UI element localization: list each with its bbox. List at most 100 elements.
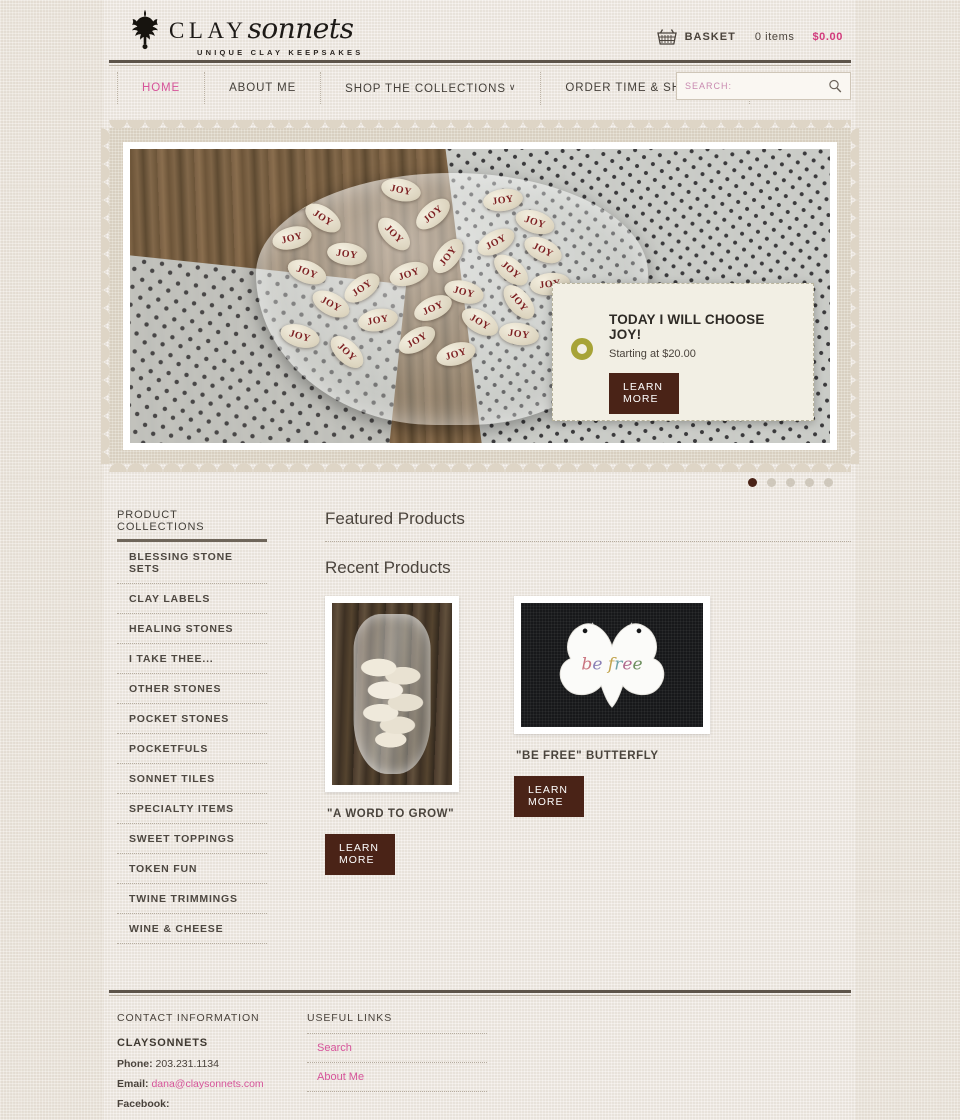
page-root: CLAYsonnets UNIQUE CLAY KEEPSAKES BASKET… bbox=[0, 0, 960, 1120]
tag-grommet-icon bbox=[571, 338, 593, 360]
site-header: CLAYsonnets UNIQUE CLAY KEEPSAKES BASKET… bbox=[109, 0, 851, 60]
footer-phone: Phone: 203.231.1134 bbox=[117, 1054, 307, 1074]
footer-link[interactable]: About Me bbox=[307, 1063, 487, 1091]
carousel-dot[interactable] bbox=[748, 478, 757, 487]
logo-tagline: UNIQUE CLAY KEEPSAKES bbox=[197, 48, 364, 57]
nav-label: HOME bbox=[142, 82, 181, 94]
joy-stone: JOY bbox=[457, 301, 503, 342]
hero-carousel[interactable]: JOY JOY JOY JOY JOY JOY JOY JOY JOY JOY JOY JOY JOY J… bbox=[101, 120, 851, 464]
nav-label: ABOUT ME bbox=[229, 82, 297, 94]
basket-item-count: 0 items bbox=[754, 31, 795, 43]
hero-slide-image: JOY JOY JOY JOY JOY JOY JOY JOY JOY JOY JOY JOY JOY J… bbox=[130, 149, 830, 443]
footer-email-value[interactable]: dana@claysonnets.com bbox=[151, 1078, 263, 1090]
joy-stone: JOY bbox=[434, 337, 479, 370]
sidebar-item[interactable]: I TAKE THEE... bbox=[117, 644, 267, 674]
main-navigation: HOME ABOUT ME SHOP THE COLLECTIONS ∨ ORDE… bbox=[109, 66, 851, 110]
sidebar-item[interactable]: SONNET TILES bbox=[117, 764, 267, 794]
product-card[interactable]: be free "BE FREE" BUTTERFLY LEARN MORE bbox=[514, 596, 710, 875]
product-thumbnail[interactable] bbox=[325, 596, 459, 792]
site-footer: CONTACT INFORMATION CLAYSONNETS Phone: 2… bbox=[109, 944, 851, 1120]
footer-phone-label: Phone: bbox=[117, 1058, 153, 1070]
joy-stone: JOY bbox=[269, 222, 314, 254]
carousel-dot[interactable] bbox=[786, 478, 795, 487]
sidebar-title: PRODUCT COLLECTIONS bbox=[117, 509, 267, 542]
product-card[interactable]: "A WORD TO GROW" LEARN MORE bbox=[325, 596, 459, 875]
joy-stone: JOY bbox=[277, 319, 322, 352]
footer-link-divider bbox=[307, 1091, 487, 1092]
basket-label: BASKET bbox=[684, 31, 736, 43]
joy-stone: JOY bbox=[325, 239, 368, 268]
site-logo[interactable]: CLAYsonnets UNIQUE CLAY KEEPSAKES bbox=[127, 8, 363, 57]
carousel-dot[interactable] bbox=[805, 478, 814, 487]
joy-stone: JOY bbox=[394, 319, 440, 360]
butterfly-icon: be free bbox=[559, 622, 665, 708]
sidebar-item[interactable]: HEALING STONES bbox=[117, 614, 267, 644]
footer-facebook: Facebook: bbox=[117, 1094, 307, 1114]
product-learn-more-button[interactable]: LEARN MORE bbox=[514, 776, 585, 817]
joy-stone: JOY bbox=[472, 222, 519, 261]
jar-stones bbox=[358, 649, 426, 752]
joy-stone: JOY bbox=[379, 174, 424, 205]
basket-summary[interactable]: BASKET 0 items $0.00 bbox=[656, 28, 843, 46]
joy-stone: JOY bbox=[427, 232, 470, 279]
nav-item-shop-the-collections[interactable]: SHOP THE COLLECTIONS ∨ bbox=[321, 71, 542, 105]
footer-contact-column: CONTACT INFORMATION CLAYSONNETS Phone: 2… bbox=[117, 1012, 307, 1114]
sidebar: PRODUCT COLLECTIONS BLESSING STONE SETS C… bbox=[117, 509, 277, 944]
sidebar-item[interactable]: WINE & CHEESE bbox=[117, 914, 267, 944]
product-learn-more-button[interactable]: LEARN MORE bbox=[325, 834, 396, 875]
search-icon[interactable] bbox=[828, 79, 842, 93]
button-line-2: MORE bbox=[528, 796, 564, 808]
footer-brand: CLAYSONNETS bbox=[117, 1037, 208, 1049]
joy-stone: JOY bbox=[386, 256, 432, 291]
joy-stone: JOY bbox=[324, 329, 369, 374]
product-title: "A WORD TO GROW" bbox=[327, 808, 455, 820]
joy-stone: JOY bbox=[356, 305, 400, 334]
footer-email-label: Email: bbox=[117, 1078, 149, 1090]
sidebar-item[interactable]: CLAY LABELS bbox=[117, 584, 267, 614]
nav-item-about-me[interactable]: ABOUT ME bbox=[205, 72, 322, 104]
carousel-dot[interactable] bbox=[767, 478, 776, 487]
sidebar-item[interactable]: SWEET TOPPINGS bbox=[117, 824, 267, 854]
product-title: "BE FREE" BUTTERFLY bbox=[516, 750, 659, 762]
sidebar-item[interactable]: BLESSING STONE SETS bbox=[117, 542, 267, 584]
footer-email: Email: dana@claysonnets.com bbox=[117, 1074, 307, 1094]
product-thumbnail[interactable]: be free bbox=[514, 596, 710, 734]
logo-word-clay: CLAY bbox=[169, 18, 248, 43]
sidebar-item[interactable]: OTHER STONES bbox=[117, 674, 267, 704]
sidebar-item[interactable]: TOKEN FUN bbox=[117, 854, 267, 884]
button-line-1: LEARN bbox=[339, 842, 380, 854]
joy-stone: JOY bbox=[482, 185, 525, 214]
basket-icon bbox=[656, 29, 677, 45]
joy-stone: JOY bbox=[284, 254, 330, 289]
hero-caption-tag: TODAY I WILL CHOOSE JOY! Starting at $20… bbox=[552, 283, 814, 421]
footer-facebook-label: Facebook: bbox=[117, 1098, 170, 1110]
glass-jar-icon bbox=[353, 613, 431, 775]
hero-learn-more-button[interactable]: LEARN MORE bbox=[609, 373, 680, 414]
main-content: Featured Products Recent Products "A WOR… bbox=[277, 509, 851, 944]
hero-caption-title: TODAY I WILL CHOOSE JOY! bbox=[609, 312, 765, 342]
hero-white-mat: JOY JOY JOY JOY JOY JOY JOY JOY JOY JOY JOY JOY JOY J… bbox=[123, 142, 837, 450]
butterfly-art-text: be free bbox=[581, 654, 642, 674]
nav-item-home[interactable]: HOME bbox=[117, 72, 206, 104]
footer-links-column: USEFUL LINKS Search About Me bbox=[307, 1012, 487, 1114]
sidebar-item[interactable]: SPECIALTY ITEMS bbox=[117, 794, 267, 824]
footer-phone-value: 203.231.1134 bbox=[155, 1058, 219, 1070]
button-line-2: MORE bbox=[339, 854, 375, 866]
search-input[interactable] bbox=[685, 81, 828, 91]
search-box[interactable] bbox=[676, 72, 851, 100]
sidebar-item[interactable]: POCKETFULS bbox=[117, 734, 267, 764]
fleur-de-lis-icon bbox=[132, 9, 158, 50]
button-line-2: MORE bbox=[623, 393, 659, 405]
sidebar-item[interactable]: TWINE TRIMMINGS bbox=[117, 884, 267, 914]
chevron-down-icon: ∨ bbox=[508, 81, 517, 92]
footer-link[interactable]: Search bbox=[307, 1034, 487, 1062]
sidebar-item[interactable]: POCKET STONES bbox=[117, 704, 267, 734]
recent-products-heading: Recent Products bbox=[325, 558, 451, 577]
footer-contact-heading: CONTACT INFORMATION bbox=[117, 1012, 260, 1024]
featured-products-divider bbox=[325, 541, 851, 542]
basket-total: $0.00 bbox=[812, 31, 843, 43]
nav-label: SHOP THE COLLECTIONS bbox=[345, 82, 506, 95]
carousel-dot[interactable] bbox=[824, 478, 833, 487]
product-grid: "A WORD TO GROW" LEARN MORE be free "BE … bbox=[325, 590, 851, 875]
joy-stone: JOY bbox=[371, 211, 416, 256]
